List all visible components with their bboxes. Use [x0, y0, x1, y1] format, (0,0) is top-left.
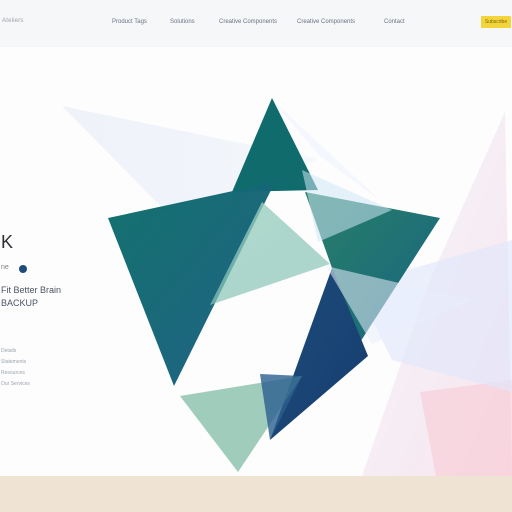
- main-navigation: Product Tags Solutions Creative Componen…: [0, 0, 512, 46]
- hero-title: K: [1, 232, 14, 252]
- hero-links: Details Statements Resources Our Service…: [1, 346, 61, 390]
- hero-line-2: BACKUP: [1, 298, 39, 308]
- status-dot: [19, 265, 27, 273]
- link-resources[interactable]: Resources: [1, 368, 61, 379]
- hero-subtitle: ne: [1, 264, 9, 271]
- link-statements[interactable]: Statements: [1, 357, 61, 368]
- background-wedge-pink: [420, 380, 512, 476]
- footer-band: [0, 476, 512, 512]
- link-our-services[interactable]: Our Services: [1, 379, 61, 390]
- nav-item-products[interactable]: Product Tags: [112, 19, 147, 25]
- subscribe-button[interactable]: Subscribe: [481, 16, 511, 28]
- link-details[interactable]: Details: [1, 346, 61, 357]
- nav-item-solutions[interactable]: Solutions: [170, 19, 195, 25]
- page: Ateliers Product Tags Solutions Creative…: [0, 0, 512, 512]
- nav-item-creative-components-1[interactable]: Creative Components: [219, 19, 277, 25]
- top-navigation: Ateliers Product Tags Solutions Creative…: [0, 0, 512, 46]
- nav-item-contact[interactable]: Contact: [384, 19, 405, 25]
- hero-copy: K ne Fit Better Brain BACKUP Details Sta…: [0, 0, 120, 512]
- hero-line-1: Fit Better Brain: [1, 285, 62, 295]
- nav-item-creative-components-2[interactable]: Creative Components: [297, 19, 355, 25]
